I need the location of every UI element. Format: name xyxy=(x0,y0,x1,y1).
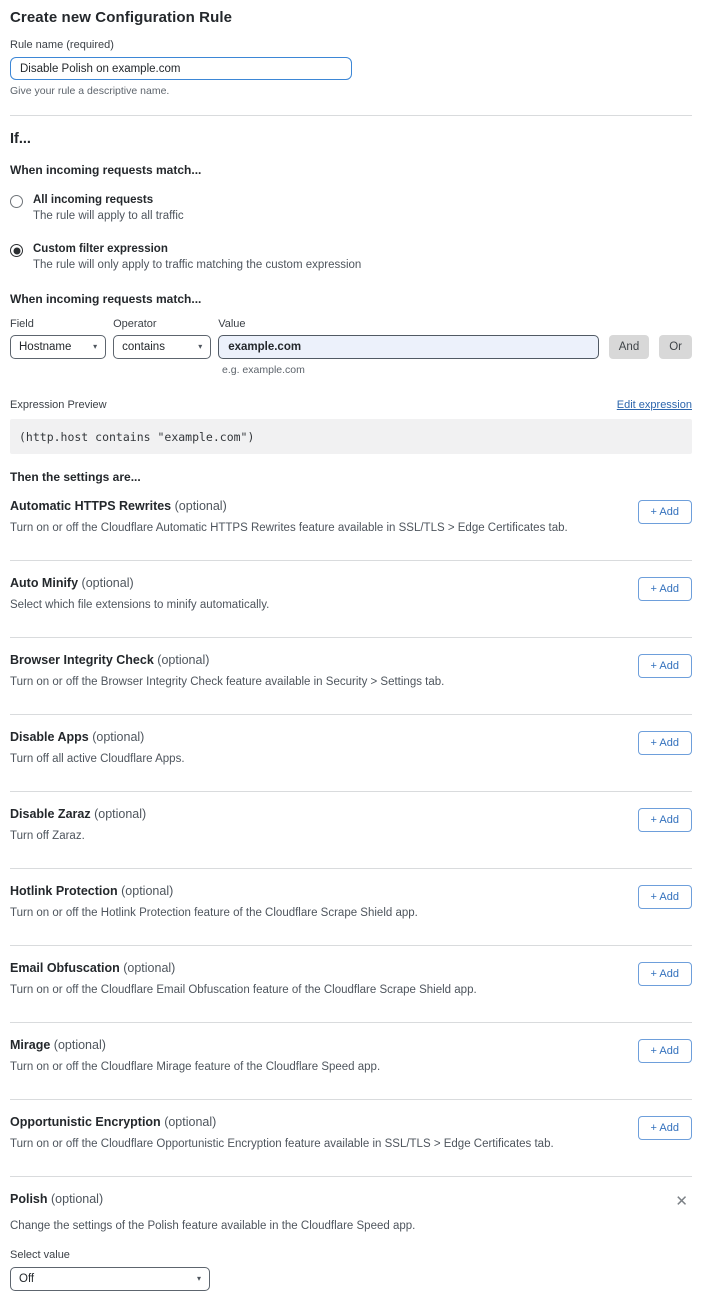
setting-optional-tag: (optional) xyxy=(157,653,209,667)
setting-optional-tag: (optional) xyxy=(94,807,146,821)
setting-description: Turn on or off the Cloudflare Email Obfu… xyxy=(10,984,477,996)
setting-description: Change the settings of the Polish featur… xyxy=(10,1220,692,1232)
or-button[interactable]: Or xyxy=(659,335,692,359)
request-match-radio-group: All incoming requests The rule will appl… xyxy=(10,194,692,271)
setting-description: Select which file extensions to minify a… xyxy=(10,599,269,611)
setting-name: Browser Integrity Check xyxy=(10,653,154,667)
rule-name-help: Give your rule a descriptive name. xyxy=(10,85,692,97)
field-select-value: Hostname xyxy=(19,341,71,353)
section-divider xyxy=(10,115,692,116)
create-configuration-rule-form: Create new Configuration Rule Rule name … xyxy=(0,0,705,1291)
radio-label: Custom filter expression xyxy=(33,243,361,255)
add-setting-button[interactable]: + Add xyxy=(638,1116,692,1140)
setting-description: Turn on or off the Browser Integrity Che… xyxy=(10,676,444,688)
setting-name: Disable Apps xyxy=(10,730,89,744)
settings-list: Automatic HTTPS Rewrites (optional) Turn… xyxy=(10,484,692,1177)
expression-preview-header: Expression Preview Edit expression xyxy=(10,399,692,411)
polish-select-value: Off xyxy=(19,1273,34,1285)
value-help-text: e.g. example.com xyxy=(222,364,692,376)
add-setting-button[interactable]: + Add xyxy=(638,577,692,601)
setting-optional-tag: (optional) xyxy=(92,730,144,744)
close-icon[interactable]: ✕ xyxy=(671,1192,692,1211)
setting-optional-tag: (optional) xyxy=(164,1115,216,1129)
rule-name-label: Rule name (required) xyxy=(10,39,692,51)
radio-icon[interactable] xyxy=(10,195,23,208)
custom-expression-heading: When incoming requests match... xyxy=(10,292,692,306)
expression-preview-code: (http.host contains "example.com") xyxy=(10,419,692,454)
field-select[interactable]: Hostname ▾ xyxy=(10,335,106,359)
setting-optional-tag: (optional) xyxy=(175,499,227,513)
chevron-down-icon: ▾ xyxy=(93,343,97,351)
expression-preview-label: Expression Preview xyxy=(10,399,107,411)
edit-expression-link[interactable]: Edit expression xyxy=(617,399,692,411)
operator-label: Operator xyxy=(113,318,211,330)
radio-icon[interactable] xyxy=(10,244,23,257)
incoming-requests-match-heading: When incoming requests match... xyxy=(10,163,692,177)
setting-name: Disable Zaraz xyxy=(10,807,91,821)
setting-name: Automatic HTTPS Rewrites xyxy=(10,499,171,513)
setting-row: Email Obfuscation (optional) Turn on or … xyxy=(10,946,692,1023)
setting-description: Turn off Zaraz. xyxy=(10,830,146,842)
add-setting-button[interactable]: + Add xyxy=(638,654,692,678)
if-heading: If... xyxy=(10,131,692,147)
add-setting-button[interactable]: + Add xyxy=(638,808,692,832)
radio-description: The rule will apply to all traffic xyxy=(33,210,184,222)
setting-description: Turn on or off the Cloudflare Opportunis… xyxy=(10,1138,554,1150)
add-setting-button[interactable]: + Add xyxy=(638,500,692,524)
radio-description: The rule will only apply to traffic matc… xyxy=(33,259,361,271)
setting-description: Turn on or off the Cloudflare Automatic … xyxy=(10,522,568,534)
add-setting-button[interactable]: + Add xyxy=(638,885,692,909)
chevron-down-icon: ▾ xyxy=(197,1275,201,1283)
radio-option-custom-filter-expression[interactable]: Custom filter expression The rule will o… xyxy=(10,243,692,271)
add-setting-button[interactable]: + Add xyxy=(638,962,692,986)
setting-description: Turn off all active Cloudflare Apps. xyxy=(10,753,185,765)
setting-optional-tag: (optional) xyxy=(54,1038,106,1052)
setting-row: Auto Minify (optional) Select which file… xyxy=(10,561,692,638)
setting-name: Email Obfuscation xyxy=(10,961,120,975)
radio-option-all-incoming-requests[interactable]: All incoming requests The rule will appl… xyxy=(10,194,692,222)
radio-label: All incoming requests xyxy=(33,194,184,206)
polish-value-select[interactable]: Off ▾ xyxy=(10,1267,210,1291)
setting-optional-tag: (optional) xyxy=(123,961,175,975)
setting-name: Auto Minify xyxy=(10,576,78,590)
setting-name: Polish xyxy=(10,1192,48,1206)
field-label: Field xyxy=(10,318,106,330)
setting-row: Mirage (optional) Turn on or off the Clo… xyxy=(10,1023,692,1100)
setting-row: Opportunistic Encryption (optional) Turn… xyxy=(10,1100,692,1177)
value-input[interactable] xyxy=(218,335,599,359)
setting-row: Disable Zaraz (optional) Turn off Zaraz.… xyxy=(10,792,692,869)
polish-setting-section: Polish (optional) ✕ Change the settings … xyxy=(10,1177,692,1291)
page-title: Create new Configuration Rule xyxy=(10,9,692,26)
setting-name: Mirage xyxy=(10,1038,50,1052)
setting-optional-tag: (optional) xyxy=(51,1192,103,1206)
setting-name: Hotlink Protection xyxy=(10,884,118,898)
setting-name: Opportunistic Encryption xyxy=(10,1115,161,1129)
chevron-down-icon: ▾ xyxy=(198,343,202,351)
then-settings-heading: Then the settings are... xyxy=(10,470,692,484)
setting-description: Turn on or off the Cloudflare Mirage fea… xyxy=(10,1061,380,1073)
setting-row: Disable Apps (optional) Turn off all act… xyxy=(10,715,692,792)
select-value-label: Select value xyxy=(10,1249,692,1261)
setting-row: Hotlink Protection (optional) Turn on or… xyxy=(10,869,692,946)
operator-select-value: contains xyxy=(122,341,165,353)
rule-name-input[interactable] xyxy=(10,57,352,80)
setting-optional-tag: (optional) xyxy=(121,884,173,898)
setting-row: Automatic HTTPS Rewrites (optional) Turn… xyxy=(10,484,692,561)
value-label: Value xyxy=(218,318,599,330)
setting-optional-tag: (optional) xyxy=(82,576,134,590)
setting-row: Browser Integrity Check (optional) Turn … xyxy=(10,638,692,715)
expression-builder-row: Field Hostname ▾ Operator contains ▾ Val… xyxy=(10,318,692,359)
setting-description: Turn on or off the Hotlink Protection fe… xyxy=(10,907,418,919)
add-setting-button[interactable]: + Add xyxy=(638,731,692,755)
operator-select[interactable]: contains ▾ xyxy=(113,335,211,359)
and-button[interactable]: And xyxy=(609,335,649,359)
add-setting-button[interactable]: + Add xyxy=(638,1039,692,1063)
